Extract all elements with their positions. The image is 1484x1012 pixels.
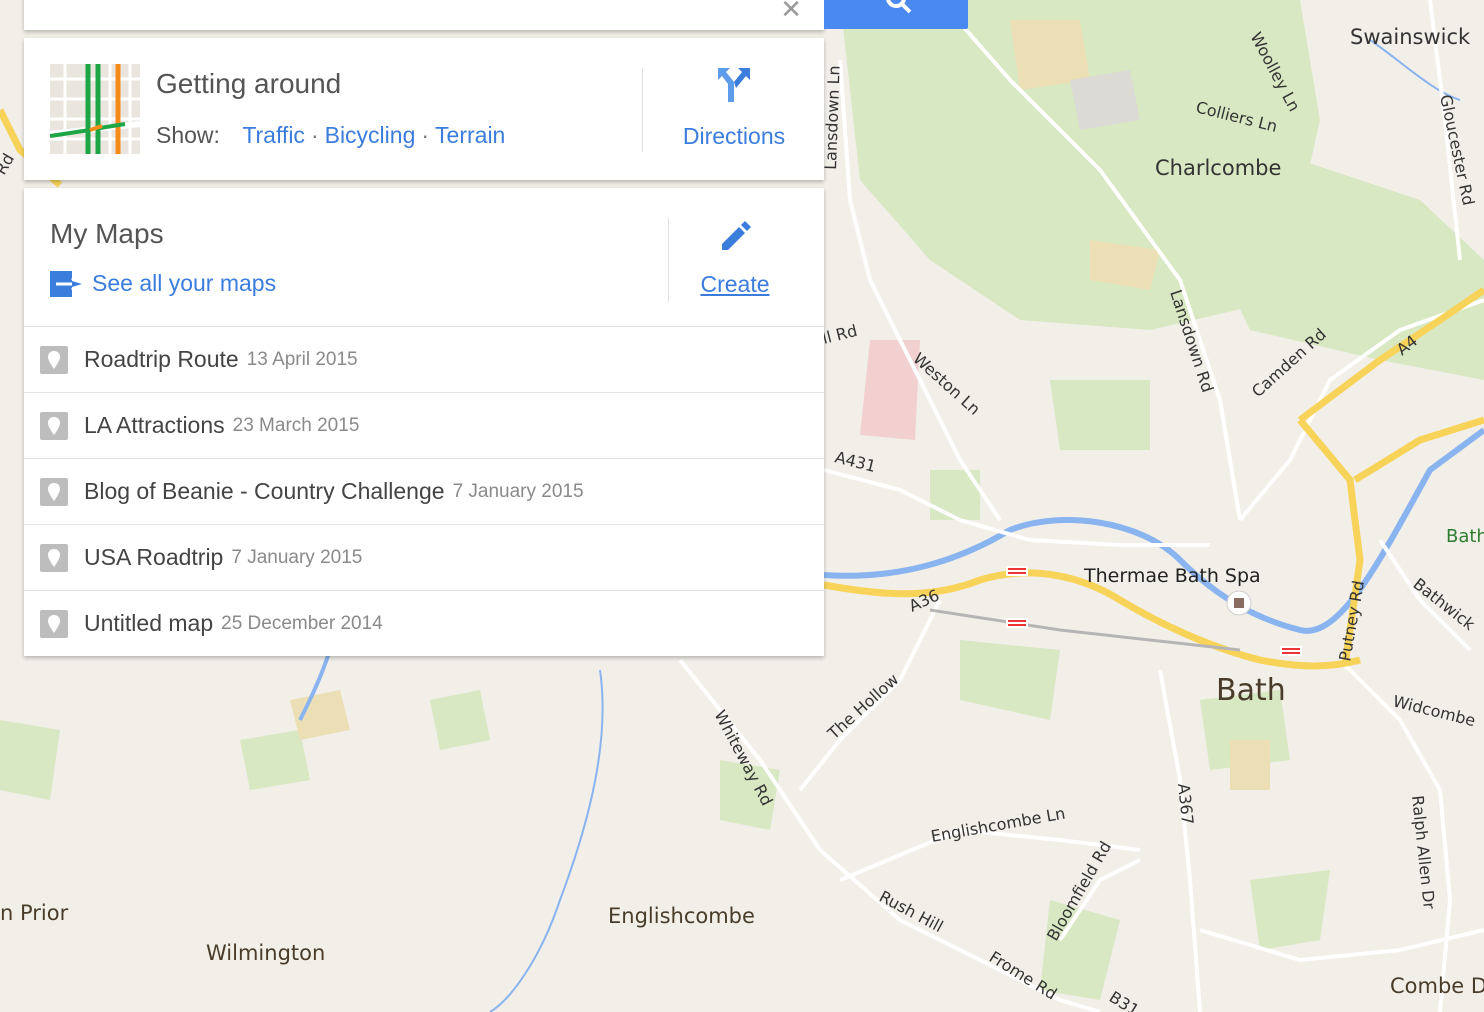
traffic-thumbnail-icon[interactable] — [50, 64, 140, 154]
map-pin-icon — [40, 411, 68, 440]
map-list-item[interactable]: LA Attractions 23 March 2015 — [24, 392, 824, 458]
divider — [642, 68, 643, 152]
road-label-lansdown-ln: Lansdown Ln — [821, 65, 844, 170]
separator-dot: · — [421, 122, 430, 148]
place-label-bath: Bath — [1216, 673, 1286, 708]
directions-fork-icon — [718, 68, 750, 102]
map-pin-icon — [40, 609, 68, 638]
map-date: 7 January 2015 — [452, 480, 584, 502]
traffic-layer-link[interactable]: Traffic — [242, 122, 305, 148]
getting-around-title: Getting around — [156, 68, 342, 99]
my-maps-list: Roadtrip Route 13 April 2015 LA Attracti… — [24, 326, 824, 656]
create-map-button[interactable]: Create — [646, 218, 824, 298]
place-label-englishcombe: Englishcombe — [608, 904, 755, 928]
map-date: 13 April 2015 — [246, 348, 358, 370]
search-button[interactable] — [824, 0, 968, 29]
see-all-maps-label: See all your maps — [92, 270, 277, 296]
my-maps-card: My Maps See all your maps Create Roadtri… — [24, 188, 824, 656]
map-list-item[interactable]: Blog of Beanie - Country Challenge 7 Jan… — [24, 458, 824, 524]
place-label-wilmington: Wilmington — [206, 941, 325, 965]
map-name: Roadtrip Route — [84, 346, 239, 372]
layer-options: Show: Traffic · Bicycling · Terrain — [156, 122, 505, 149]
getting-around-card: Getting around Show: Traffic · Bicycling · T… — [24, 38, 824, 180]
see-all-maps-link[interactable]: See all your maps — [50, 270, 276, 297]
place-label-charlcombe: Charlcombe — [1155, 156, 1281, 180]
map-pin-icon — [40, 477, 68, 506]
terrain-layer-link[interactable]: Terrain — [435, 122, 505, 148]
map-pin-icon — [40, 345, 68, 374]
map-name: Untitled map — [84, 610, 214, 636]
spa-marker-icon[interactable] — [1226, 590, 1252, 616]
map-list-item[interactable]: Roadtrip Route 13 April 2015 — [24, 326, 824, 392]
bicycling-layer-link[interactable]: Bicycling — [325, 122, 416, 148]
map-list-item[interactable]: Untitled map 25 December 2014 — [24, 590, 824, 656]
directions-label: Directions — [682, 123, 786, 149]
place-label-thermae: Thermae Bath Spa — [1083, 565, 1261, 587]
map-name: USA Roadtrip — [84, 544, 224, 570]
map-list-item[interactable]: USA Roadtrip 7 January 2015 — [24, 524, 824, 590]
map-date: 23 March 2015 — [232, 414, 360, 436]
map-name: LA Attractions — [84, 412, 225, 438]
my-maps-title: My Maps — [50, 218, 164, 249]
map-date: 7 January 2015 — [231, 546, 363, 568]
directions-button[interactable]: Directions — [644, 64, 824, 150]
place-label-bath-edge: Bath — [1446, 526, 1484, 547]
create-label: Create — [700, 271, 770, 297]
place-label-swainswick: Swainswick — [1350, 25, 1471, 49]
map-name: Blog of Beanie - Country Challenge — [84, 478, 445, 504]
search-icon — [886, 0, 912, 14]
map-date: 25 December 2014 — [221, 612, 383, 634]
place-label-combe: Combe D — [1390, 974, 1484, 998]
place-label-prior: n Prior — [0, 901, 69, 925]
pencil-icon — [722, 221, 751, 250]
show-label: Show: — [156, 122, 220, 148]
separator-dot: · — [310, 122, 319, 148]
open-maps-icon — [50, 270, 82, 297]
close-icon[interactable]: ✕ — [780, 0, 802, 25]
search-box[interactable]: ✕ — [24, 0, 824, 30]
map-pin-icon — [40, 543, 68, 572]
